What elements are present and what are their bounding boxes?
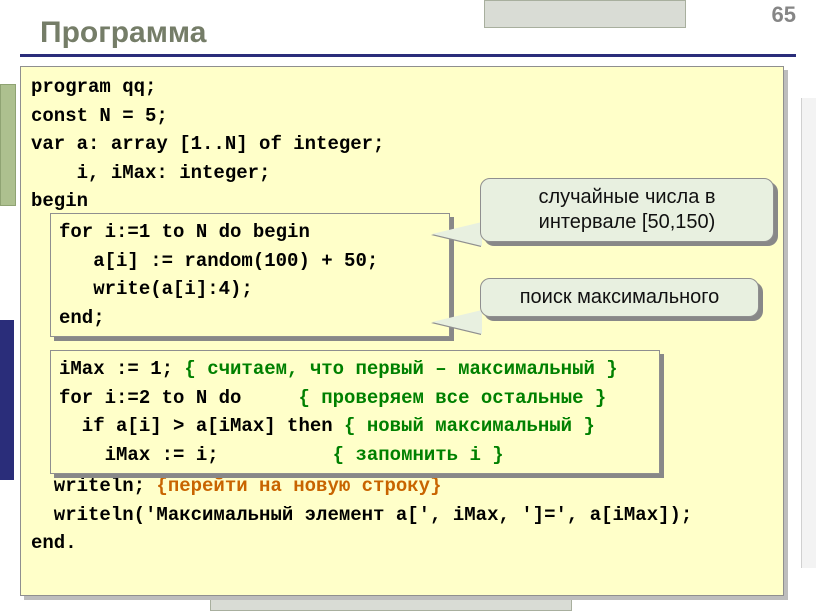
line: begin xyxy=(31,190,88,212)
spacer xyxy=(31,390,42,412)
code: iMax := 1; { считаем, что первый – макси… xyxy=(59,355,651,469)
comment: { считаем, что первый – максимальный } xyxy=(184,358,617,380)
decor-left-navy xyxy=(0,320,14,480)
spacer xyxy=(31,361,42,383)
line: i, iMax: integer; xyxy=(31,162,270,184)
line: end; xyxy=(59,307,105,329)
code: for i:=1 to N do begin a[i] := random(10… xyxy=(59,218,441,332)
decor-bottom xyxy=(210,599,572,611)
line: end. xyxy=(31,532,77,554)
decor-right xyxy=(801,98,816,568)
page-number: 65 xyxy=(772,2,796,28)
spacer xyxy=(31,304,42,326)
comment: { проверяем все остальные } xyxy=(298,387,606,409)
line: const N = 5; xyxy=(31,105,168,127)
line: for i:=2 to N do xyxy=(59,387,298,409)
decor-left-green xyxy=(0,84,16,206)
spacer xyxy=(31,333,42,355)
line: iMax := 1; xyxy=(59,358,184,380)
line: a[i] := random(100) + 50; xyxy=(59,250,378,272)
comment: {перейти на новую строку} xyxy=(156,475,441,497)
code-inset-max: iMax := 1; { считаем, что первый – макси… xyxy=(50,350,660,474)
comment: { запомнить i } xyxy=(333,444,504,466)
line: writeln('Максимальный элемент a[', iMax,… xyxy=(31,504,692,526)
line: if a[i] > a[iMax] then xyxy=(59,415,344,437)
line: iMax := i; xyxy=(59,444,333,466)
title-underline xyxy=(20,54,796,57)
spacer xyxy=(31,418,42,440)
code-inset-random: for i:=1 to N do begin a[i] := random(10… xyxy=(50,213,450,337)
line: write(a[i]:4); xyxy=(59,278,253,300)
callout-random-range: случайные числа в интервале [50,150) xyxy=(480,178,774,242)
line: var a: array [1..N] of integer; xyxy=(31,133,384,155)
spacer xyxy=(31,447,42,469)
callout-tail-icon xyxy=(432,222,482,246)
callout-find-max: поиск максимального xyxy=(480,278,759,317)
spacer xyxy=(31,276,42,298)
line: program qq; xyxy=(31,76,156,98)
callout-tail-icon xyxy=(432,310,482,334)
line: for i:=1 to N do begin xyxy=(59,221,310,243)
comment: { новый максимальный } xyxy=(344,415,595,437)
slide-title: Программа xyxy=(40,16,206,50)
decor-top-box xyxy=(484,0,686,28)
line: writeln; xyxy=(31,475,156,497)
spacer xyxy=(31,247,42,269)
